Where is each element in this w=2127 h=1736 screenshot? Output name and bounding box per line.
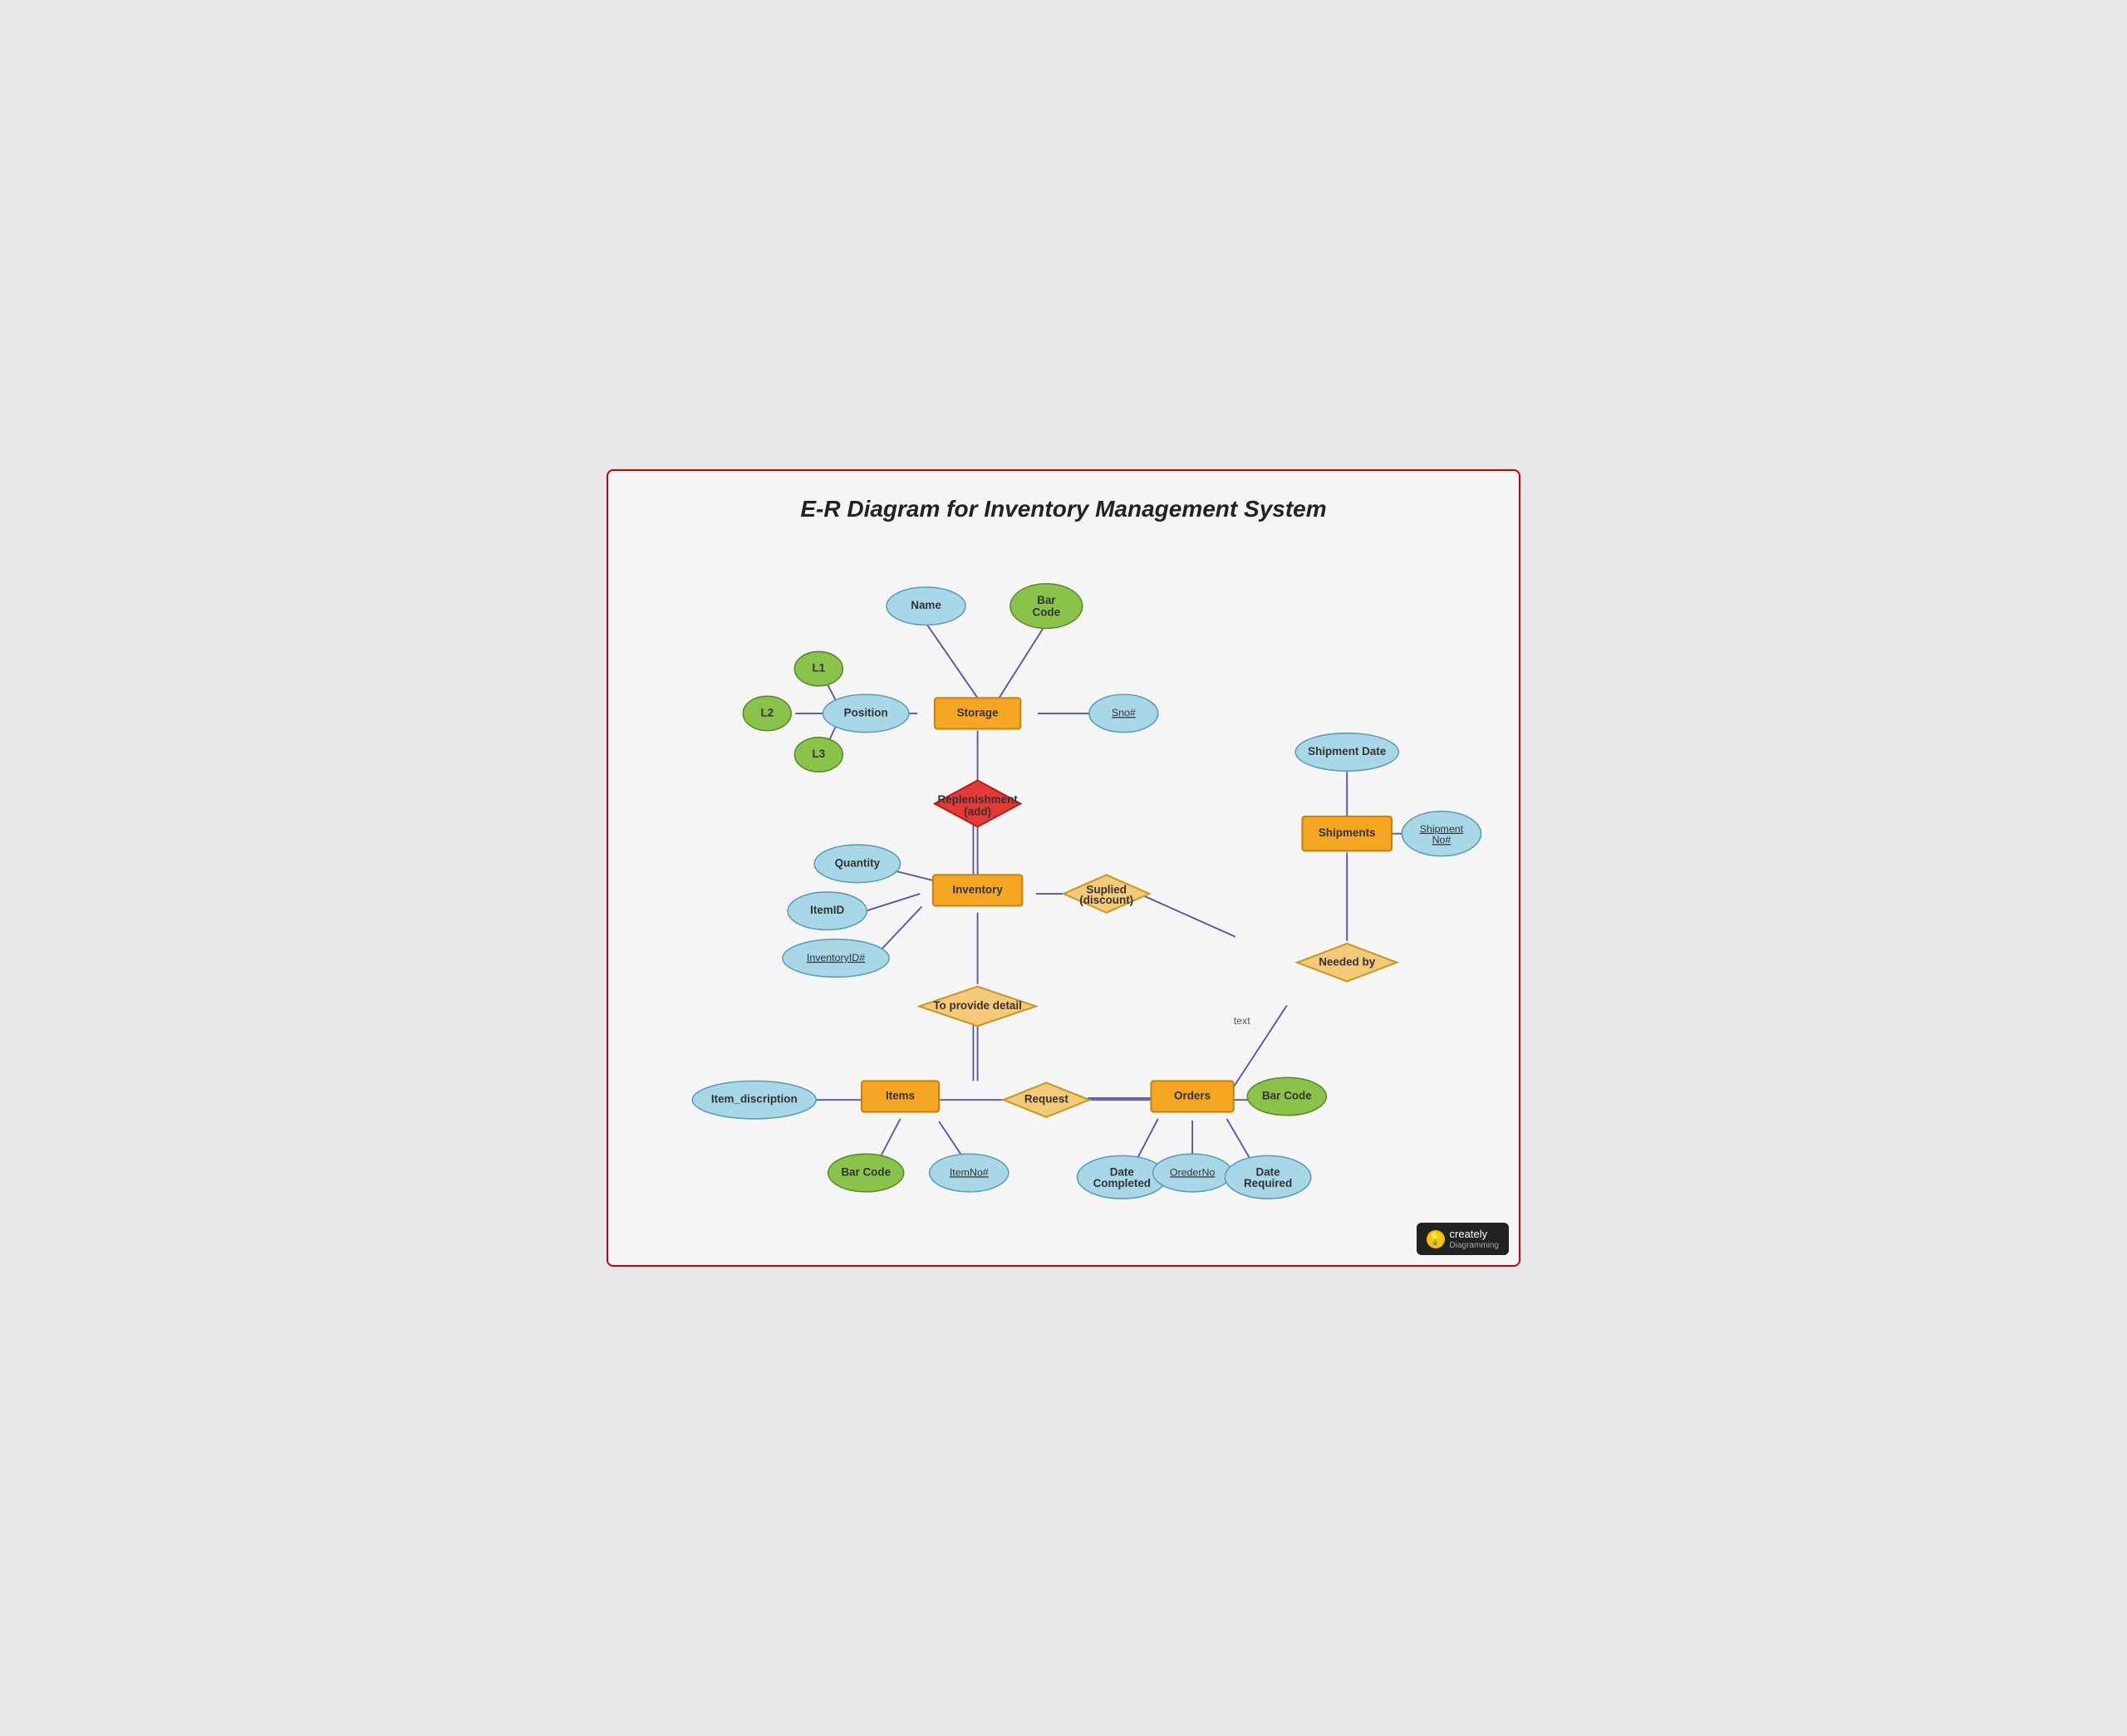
attr-barcode-orders-label: Bar Code bbox=[1262, 1090, 1312, 1102]
rel-to-provide-label: To provide detail bbox=[933, 999, 1022, 1012]
attr-orderno-label: OrederNo bbox=[1170, 1166, 1216, 1178]
attr-shipment-no-label2: No# bbox=[1432, 834, 1452, 846]
diagram-container: E-R Diagram for Inventory Management Sys… bbox=[607, 469, 1520, 1267]
attr-barcode-storage-label1: Bar bbox=[1037, 594, 1056, 606]
text-label: text bbox=[1234, 1015, 1251, 1027]
attr-itemid-label: ItemID bbox=[810, 904, 844, 916]
attr-date-completed-label2: Completed bbox=[1093, 1177, 1151, 1189]
entity-storage-label: Storage bbox=[957, 706, 1000, 718]
brand-text: creately Diagramming bbox=[1450, 1228, 1499, 1250]
entity-orders-label: Orders bbox=[1174, 1090, 1211, 1102]
entity-shipments-label: Shipments bbox=[1319, 826, 1376, 839]
attr-itemno-label: ItemNo# bbox=[950, 1166, 989, 1178]
attr-item-desc-label: Item_discription bbox=[711, 1093, 798, 1106]
attr-barcode-storage-label2: Code bbox=[1033, 606, 1061, 618]
attr-l2-label: L2 bbox=[760, 706, 774, 718]
attr-inventoryid-label: InventoryID# bbox=[807, 952, 865, 964]
rel-needed-by-label: Needed by bbox=[1319, 955, 1375, 968]
rel-replenishment-label2: (add) bbox=[964, 805, 991, 817]
attr-shipment-no-label1: Shipment bbox=[1420, 823, 1464, 835]
brand-badge: 💡 creately Diagramming bbox=[1417, 1223, 1509, 1255]
attr-position-label: Position bbox=[844, 706, 888, 718]
entity-inventory-label: Inventory bbox=[952, 883, 1003, 895]
attr-name-label: Name bbox=[911, 599, 941, 611]
attr-barcode-items-label: Bar Code bbox=[841, 1166, 891, 1179]
attr-l1-label: L1 bbox=[812, 662, 825, 674]
attr-sno-label: Sno# bbox=[1112, 707, 1136, 718]
rel-suplied-label2: (discount) bbox=[1079, 894, 1133, 906]
attr-quantity-label: Quantity bbox=[835, 856, 881, 869]
attr-shipment-date-label: Shipment Date bbox=[1308, 745, 1387, 758]
rel-request-label: Request bbox=[1024, 1093, 1069, 1106]
rel-replenishment-label1: Replenishment bbox=[937, 793, 1018, 806]
entity-items-label: Items bbox=[886, 1090, 915, 1102]
brand-bulb: 💡 bbox=[1427, 1230, 1445, 1248]
attr-l3-label: L3 bbox=[812, 748, 825, 760]
attr-date-required-label2: Required bbox=[1244, 1177, 1292, 1189]
